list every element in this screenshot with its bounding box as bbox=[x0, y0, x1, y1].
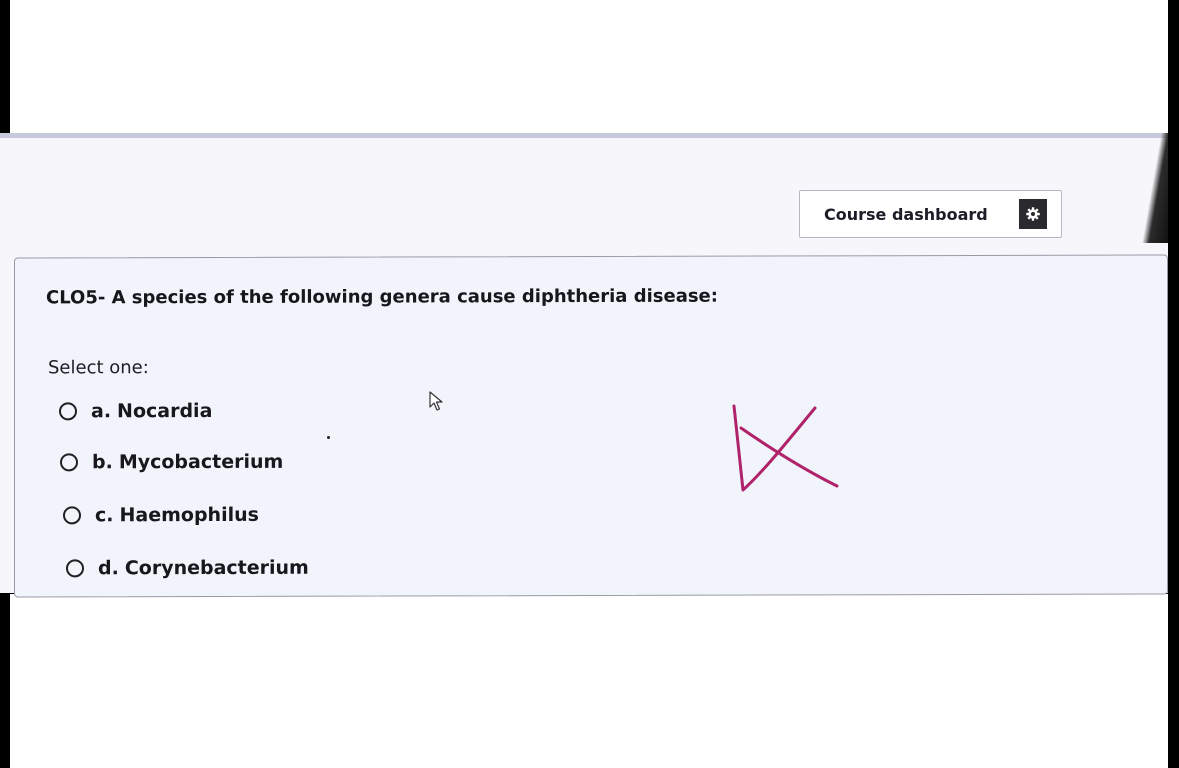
radio-button[interactable] bbox=[63, 506, 81, 525]
screen-speck bbox=[327, 436, 330, 439]
option-c[interactable]: c. Haemophilus bbox=[63, 504, 259, 527]
option-label: Corynebacterium bbox=[124, 556, 309, 580]
option-b[interactable]: b. Mycobacterium bbox=[60, 451, 283, 474]
question-card: CLO5- A species of the following genera … bbox=[14, 254, 1168, 598]
option-d[interactable]: d. Corynebacterium bbox=[66, 557, 309, 580]
hand-drawn-x-mark bbox=[732, 404, 839, 492]
gear-icon[interactable] bbox=[1019, 199, 1047, 229]
monitor-bezel bbox=[1140, 133, 1168, 243]
option-letter: a. bbox=[91, 400, 112, 423]
option-letter: c. bbox=[95, 504, 114, 527]
bottom-margin bbox=[10, 594, 1168, 768]
radio-button[interactable] bbox=[60, 453, 78, 472]
course-dashboard-button[interactable]: Course dashboard bbox=[799, 190, 1062, 238]
mouse-pointer-icon bbox=[429, 391, 443, 411]
option-letter: b. bbox=[92, 451, 113, 474]
option-letter: d. bbox=[98, 557, 119, 580]
radio-button[interactable] bbox=[66, 559, 84, 578]
course-dashboard-label: Course dashboard bbox=[824, 204, 988, 224]
option-label: Mycobacterium bbox=[118, 450, 284, 474]
select-one-label: Select one: bbox=[48, 357, 149, 379]
radio-button[interactable] bbox=[59, 402, 77, 421]
option-label: Haemophilus bbox=[119, 503, 259, 527]
photo-frame: Course dashboard CLO5- A species of the bbox=[0, 0, 1179, 768]
question-text: CLO5- A species of the following genera … bbox=[46, 285, 718, 309]
top-margin bbox=[10, 0, 1168, 133]
option-label: Nocardia bbox=[117, 399, 213, 423]
option-a[interactable]: a. Nocardia bbox=[59, 400, 212, 422]
